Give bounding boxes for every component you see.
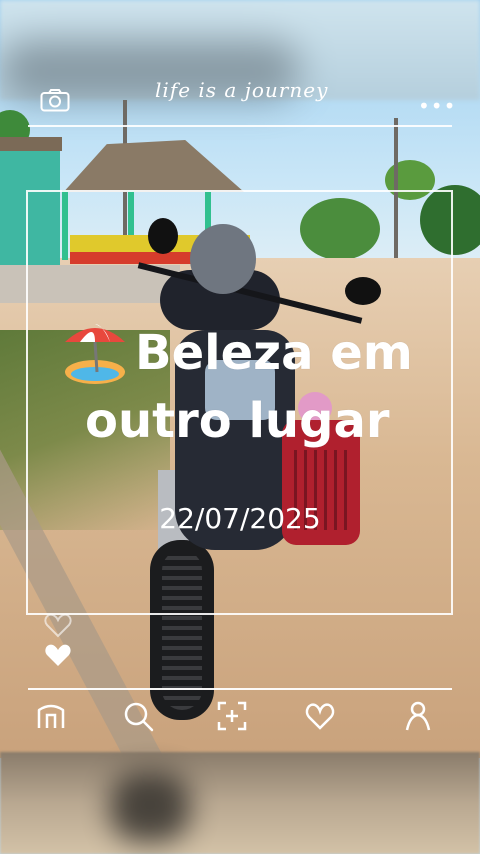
nav-divider <box>28 688 452 690</box>
add-icon[interactable] <box>216 700 248 732</box>
search-icon[interactable] <box>122 700 154 732</box>
headline-line-2: outro lugar <box>85 393 390 449</box>
beach-umbrella-icon <box>65 324 125 384</box>
header-divider <box>28 125 452 127</box>
more-dots-icon[interactable]: ••• <box>418 94 456 118</box>
home-icon[interactable] <box>35 700 67 732</box>
post-date: 22/07/2025 <box>159 502 321 535</box>
profile-icon[interactable] <box>402 700 434 732</box>
heart-icon[interactable] <box>43 640 73 668</box>
headline-line-1: Beleza em <box>135 325 413 381</box>
camera-icon[interactable] <box>40 89 70 112</box>
blurred-bottom-band <box>0 752 480 854</box>
favorites-icon[interactable] <box>304 700 336 732</box>
app-title: life is a journey <box>155 78 329 102</box>
heart-outline-icon <box>44 613 72 638</box>
